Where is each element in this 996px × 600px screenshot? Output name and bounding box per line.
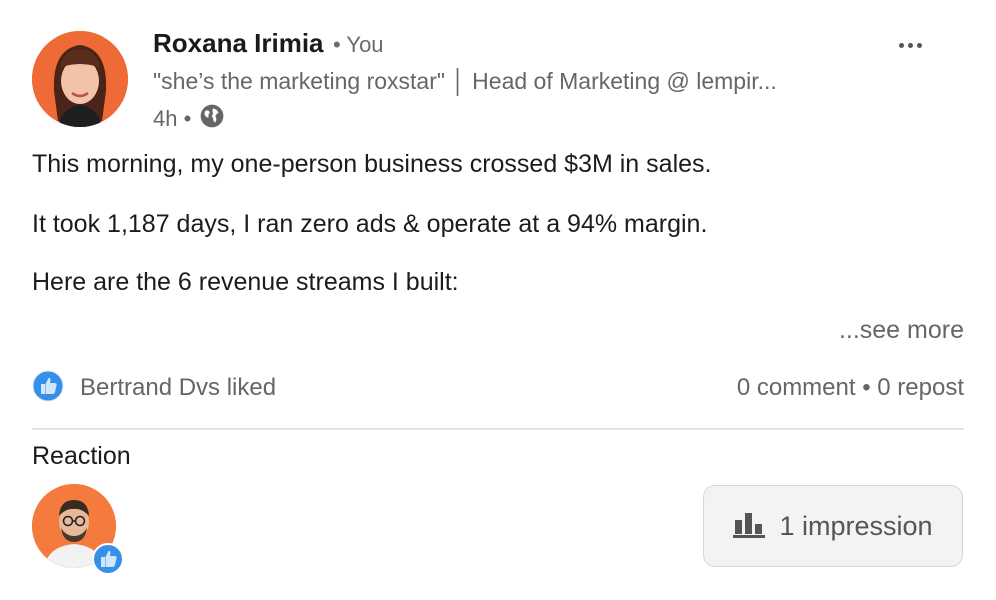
author-headline: "she’s the marketing roxstar" │ Head of … [153, 68, 777, 94]
like-icon [32, 370, 64, 407]
bar-chart-icon [733, 510, 766, 543]
see-more-link[interactable]: ...see more [839, 316, 964, 345]
post-time: 4h • [153, 106, 192, 131]
impression-count: 1 impression [779, 510, 933, 541]
post-text-line: Here are the 6 revenue streams I built: [32, 268, 459, 296]
reaction-heading: Reaction [32, 442, 131, 470]
more-options-button[interactable] [890, 30, 930, 60]
author-avatar[interactable] [32, 31, 128, 127]
like-icon [92, 543, 124, 575]
liked-by-text[interactable]: Bertrand Dvs liked [80, 374, 276, 402]
post-meta: 4h • [153, 103, 225, 135]
engagement-counts[interactable]: 0 comment • 0 repost [737, 374, 964, 402]
impressions-button[interactable]: 1 impression [703, 485, 963, 567]
divider [32, 428, 964, 430]
author-name[interactable]: Roxana Irimia [153, 28, 324, 59]
you-label: • You [333, 32, 384, 57]
post-text-line: It took 1,187 days, I ran zero ads & ope… [32, 210, 708, 238]
globe-icon [199, 103, 225, 135]
more-horizontal-icon [897, 42, 924, 48]
social-activity-row: Bertrand Dvs liked 0 comment • 0 repost [32, 370, 964, 406]
post-text-line: This morning, my one-person business cro… [32, 150, 712, 178]
